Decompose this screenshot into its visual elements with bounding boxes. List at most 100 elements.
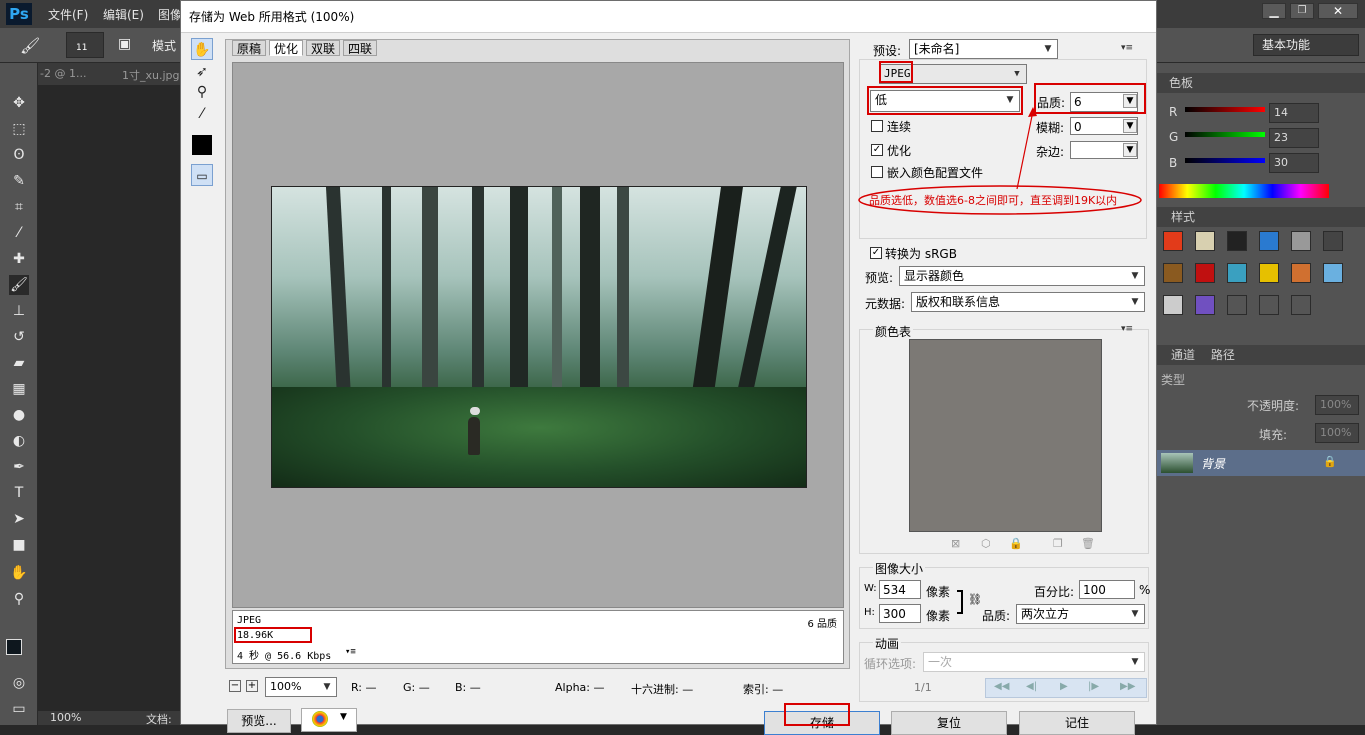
marquee-tool-icon[interactable]: ⬚ (9, 119, 29, 139)
zoom-tool-icon[interactable]: ⚲ (9, 589, 29, 609)
convert-srgb-checkbox[interactable]: ✓ (870, 247, 882, 259)
metadata-select[interactable]: 版权和联系信息 ▼ (911, 292, 1145, 312)
zoom-level-select[interactable]: 100% ▼ (265, 677, 337, 697)
remember-button[interactable]: 记住 (1019, 711, 1135, 735)
menu-file[interactable]: 文件(F) (48, 6, 88, 23)
menu-image[interactable]: 图像 (158, 6, 182, 23)
slice-select-icon[interactable]: ➶ (191, 61, 213, 83)
style-swatch[interactable] (1323, 231, 1343, 251)
healing-brush-icon[interactable]: ✚ (9, 249, 29, 269)
tab-2-up[interactable]: 双联 (306, 40, 341, 56)
last-frame-icon[interactable]: ▶▶ (1120, 681, 1135, 692)
preview-select[interactable]: 显示器颜色 ▼ (899, 266, 1145, 286)
toggle-slices-icon[interactable]: ▭ (191, 164, 213, 186)
zoom-tool-icon[interactable]: ⚲ (191, 81, 213, 103)
web-shift-icon[interactable]: ⬡ (981, 537, 991, 550)
browser-select[interactable]: ▼ (301, 708, 357, 732)
reset-button[interactable]: 复位 (891, 711, 1007, 735)
eyedropper-icon[interactable]: ⁄ (9, 223, 29, 243)
preview-button[interactable]: 预览... (227, 709, 291, 733)
style-swatch[interactable] (1163, 263, 1183, 283)
restore-icon[interactable]: ❐ (1290, 3, 1314, 19)
delete-color-icon[interactable]: 🗑 (1081, 537, 1095, 550)
fill-value[interactable]: 100% (1315, 423, 1359, 443)
hand-tool-icon[interactable]: ✋ (191, 38, 213, 60)
zoom-out-icon[interactable]: − (229, 680, 241, 692)
style-swatch[interactable] (1195, 231, 1215, 251)
r-slider[interactable] (1185, 107, 1265, 112)
play-icon[interactable]: ▶ (1060, 681, 1068, 692)
quick-mask-icon[interactable]: ◎ (9, 673, 29, 693)
height-input[interactable]: 300 (879, 604, 921, 623)
settings-menu-icon[interactable]: ▾≡ (1121, 43, 1133, 53)
loop-select[interactable]: 一次 ▼ (923, 652, 1145, 672)
dodge-tool-icon[interactable]: ◐ (9, 431, 29, 451)
tab-4-up[interactable]: 四联 (343, 40, 378, 56)
style-swatch[interactable] (1163, 231, 1183, 251)
lock-color-icon[interactable]: 🔒 (1009, 537, 1023, 550)
eyedropper-icon[interactable]: ⁄ (191, 103, 213, 125)
r-value[interactable]: 14 (1269, 103, 1319, 123)
tab-paths[interactable]: 路径 (1199, 348, 1235, 362)
style-swatch[interactable] (1291, 295, 1311, 315)
layer-kind-filter[interactable]: 类型 (1161, 371, 1185, 388)
hand-tool-icon[interactable]: ✋ (9, 563, 29, 583)
info-menu-icon[interactable]: ▾≡ (345, 647, 356, 657)
style-swatch[interactable] (1259, 263, 1279, 283)
workspace-select[interactable]: 基本功能 (1253, 34, 1359, 56)
path-select-icon[interactable]: ➤ (9, 509, 29, 529)
first-frame-icon[interactable]: ◀◀ (994, 681, 1009, 692)
stamp-tool-icon[interactable]: ⊥ (9, 301, 29, 321)
style-swatch[interactable] (1227, 263, 1247, 283)
width-input[interactable]: 534 (879, 580, 921, 599)
g-value[interactable]: 23 (1269, 128, 1319, 148)
layer-row[interactable]: 背景 🔒 (1157, 450, 1365, 476)
preview-canvas[interactable] (232, 62, 844, 608)
resample-select[interactable]: 两次立方 ▼ (1016, 604, 1145, 624)
next-frame-icon[interactable]: |▶ (1088, 681, 1099, 692)
minimize-icon[interactable]: ▁ (1262, 3, 1286, 19)
new-color-icon[interactable]: ❐ (1053, 537, 1063, 550)
brush-icon[interactable]: 🖌 (20, 36, 40, 55)
tab-original[interactable]: 原稿 (232, 40, 267, 56)
prev-frame-icon[interactable]: ◀| (1026, 681, 1037, 692)
close-icon[interactable]: ✕ (1318, 3, 1358, 19)
brush-tool-icon[interactable]: 🖌 (9, 275, 29, 295)
lasso-tool-icon[interactable]: ʘ (9, 145, 29, 165)
style-swatch[interactable] (1259, 295, 1279, 315)
screen-mode-icon[interactable]: ▭ (9, 699, 29, 719)
crop-tool-icon[interactable]: ⌗ (9, 197, 29, 217)
tab-channels[interactable]: 通道 (1157, 348, 1195, 362)
percent-input[interactable]: 100 (1079, 580, 1135, 599)
type-tool-icon[interactable]: T (9, 483, 29, 503)
menu-edit[interactable]: 编辑(E) (103, 6, 144, 23)
tab-optimized[interactable]: 优化 (269, 40, 304, 56)
g-slider[interactable] (1185, 132, 1265, 137)
quick-select-icon[interactable]: ✎ (9, 171, 29, 191)
eraser-icon[interactable]: ▰ (9, 353, 29, 373)
brush-panel-icon[interactable]: ▣ (118, 36, 131, 52)
b-slider[interactable] (1185, 158, 1265, 163)
style-swatch[interactable] (1291, 231, 1311, 251)
style-swatch[interactable] (1227, 295, 1247, 315)
style-swatch[interactable] (1323, 263, 1343, 283)
pen-tool-icon[interactable]: ✒ (9, 457, 29, 477)
style-swatch[interactable] (1195, 295, 1215, 315)
color-ramp[interactable] (1159, 184, 1329, 198)
map-transparent-icon[interactable]: ⊠ (951, 537, 960, 550)
eyedropper-color-swatch[interactable] (192, 135, 212, 155)
doc-tab[interactable]: 1寸_xu.jpg (122, 67, 180, 83)
blur-tool-icon[interactable]: ● (9, 405, 29, 425)
style-swatch[interactable] (1259, 231, 1279, 251)
style-swatch[interactable] (1291, 263, 1311, 283)
link-icon[interactable]: ⛓ (968, 593, 982, 606)
style-swatch[interactable] (1227, 231, 1247, 251)
tab-styles[interactable]: 样式 (1157, 210, 1195, 224)
color-table-menu-icon[interactable]: ▾≡ (1121, 324, 1133, 334)
doc-tab[interactable]: -2 @ 1... (40, 67, 86, 80)
style-swatch[interactable] (1163, 295, 1183, 315)
rectangle-tool-icon[interactable]: ■ (9, 535, 29, 555)
preset-select[interactable]: [未命名] ▼ (909, 39, 1058, 59)
b-value[interactable]: 30 (1269, 153, 1319, 173)
opacity-value[interactable]: 100% (1315, 395, 1359, 415)
